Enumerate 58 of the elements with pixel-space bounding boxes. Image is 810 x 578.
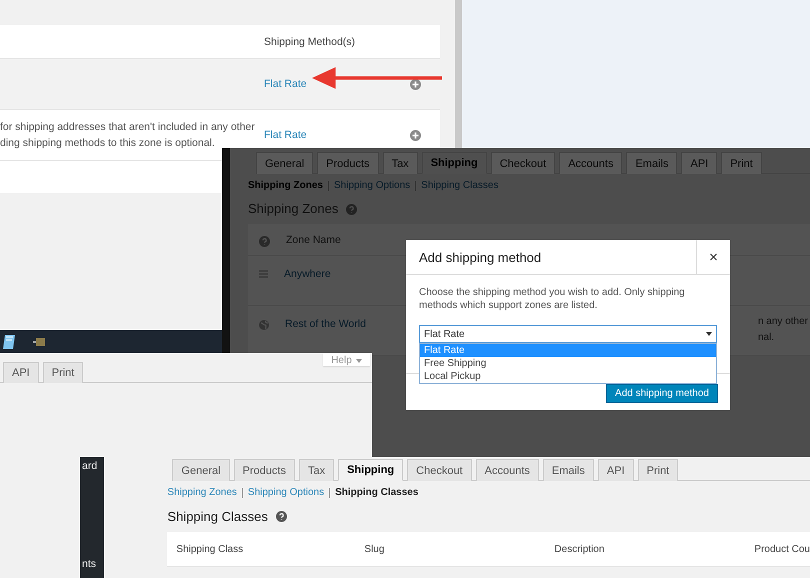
app-icon <box>33 336 47 348</box>
tab[interactable]: Print <box>638 459 678 481</box>
column-header: Shipping Class <box>176 544 244 554</box>
tab[interactable]: Checkout <box>407 459 472 481</box>
sidebar-item[interactable]: nts <box>82 558 104 570</box>
column-header: Shipping Method(s) <box>263 36 356 48</box>
zone-description: n any other nal. <box>758 315 808 345</box>
method-link[interactable]: Flat Rate <box>264 78 307 90</box>
tab[interactable]: Emails <box>626 152 678 174</box>
tab[interactable]: Checkout <box>490 152 556 174</box>
sidebar-item[interactable]: ard <box>82 460 104 472</box>
dialog-title: Add shipping method <box>418 248 542 267</box>
tab[interactable]: Print <box>42 362 84 383</box>
page-heading: Shipping Zones <box>248 201 338 216</box>
dropdown-option[interactable]: Flat Rate <box>420 344 716 357</box>
tab[interactable]: Tax <box>298 459 334 481</box>
tab[interactable]: API <box>598 459 634 481</box>
dropdown-option[interactable]: Local Pickup <box>420 370 716 383</box>
help-button[interactable]: Help <box>323 353 370 366</box>
section-link[interactable]: Shipping Zones <box>167 487 237 498</box>
tab[interactable]: API <box>681 152 718 174</box>
help-icon <box>346 204 358 215</box>
section-link[interactable]: Shipping Options <box>248 487 324 498</box>
column-header: Product Cou <box>754 544 810 554</box>
help-icon <box>259 236 270 247</box>
tab[interactable]: API <box>3 362 39 383</box>
dialog-text: Choose the shipping method you wish to add. Only shipping methods which support zones are listed. <box>419 286 686 312</box>
tab[interactable]: Emails <box>542 459 594 481</box>
section-link[interactable]: Shipping Classes <box>335 487 418 498</box>
dropdown-option[interactable]: Free Shipping <box>420 357 716 370</box>
notepad-icon <box>3 334 17 350</box>
tab[interactable]: General <box>172 459 230 481</box>
zone-description: for shipping addresses that aren't included in any other ding shipping methods to this zone is optional. <box>0 120 256 151</box>
column-header: Zone Name <box>286 234 341 246</box>
zone-link[interactable]: Anywhere <box>284 268 331 280</box>
tab[interactable]: Accounts <box>476 459 539 481</box>
tab[interactable]: Products <box>317 152 379 174</box>
add-method-button[interactable]: Add shipping method <box>606 384 718 403</box>
column-header: Description <box>554 544 606 554</box>
add-icon <box>410 130 421 140</box>
section-link[interactable]: Shipping Options <box>334 180 410 191</box>
add-icon <box>410 78 421 90</box>
page-heading: Shipping Classes <box>167 509 268 524</box>
column-header: Slug <box>364 544 386 554</box>
tab[interactable]: Print <box>721 152 762 174</box>
method-link[interactable]: Flat Rate <box>264 129 307 141</box>
tab[interactable]: General <box>256 152 314 174</box>
tab[interactable]: Tax <box>382 152 418 174</box>
help-icon <box>276 511 287 522</box>
tab[interactable]: Shipping <box>338 459 404 481</box>
globe-icon <box>259 320 269 330</box>
section-link[interactable]: Shipping Classes <box>421 180 498 191</box>
tab[interactable]: Accounts <box>559 152 622 174</box>
zone-link[interactable]: Rest of the World <box>285 318 366 330</box>
tab[interactable]: Products <box>234 459 295 481</box>
tab[interactable]: Shipping <box>422 152 487 174</box>
drag-handle-icon <box>259 270 268 278</box>
section-link[interactable]: Shipping Zones <box>248 180 323 191</box>
